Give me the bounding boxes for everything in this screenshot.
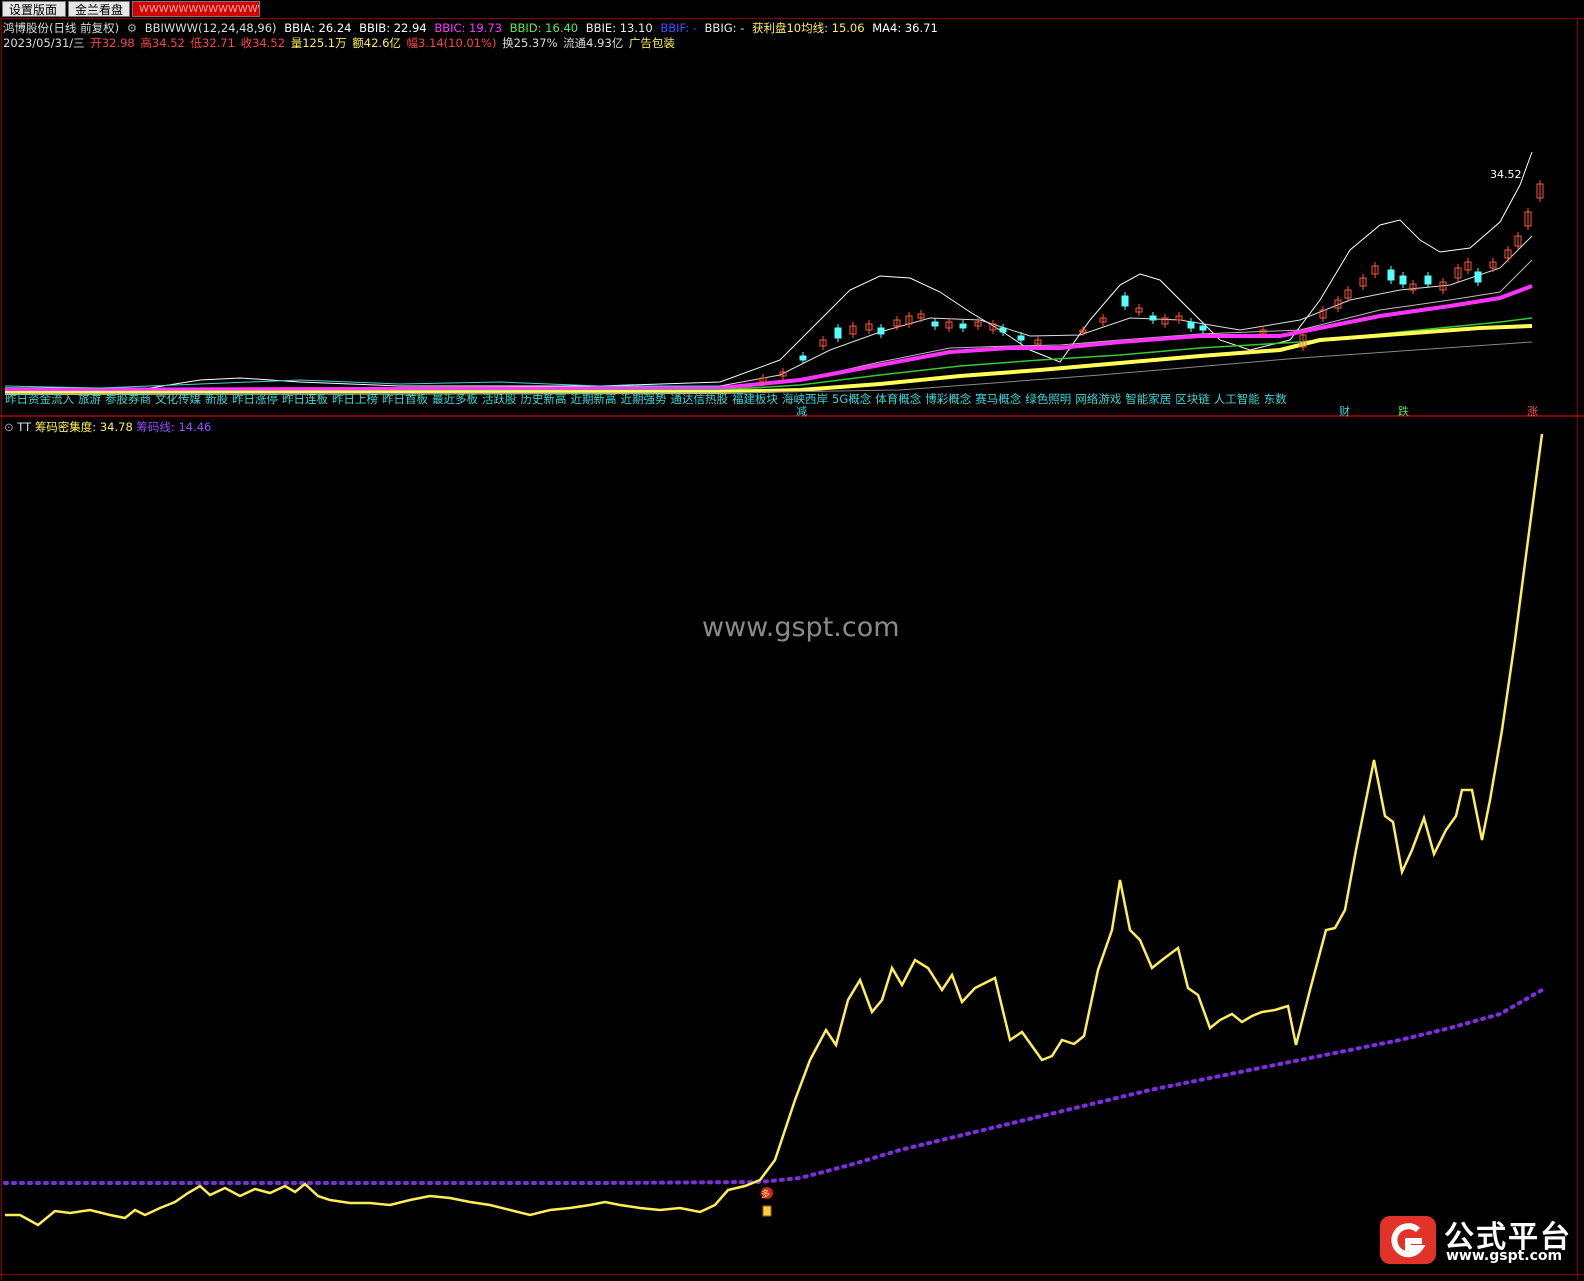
- candle-body: [1199, 325, 1207, 331]
- marker-rise: 涨: [1527, 405, 1538, 418]
- watermark: www.gspt.com: [702, 612, 900, 643]
- concept-tag[interactable]: 活跃股: [482, 392, 517, 406]
- concept-tag[interactable]: 昨日首板: [382, 392, 428, 406]
- brand-url: www.gspt.com: [1446, 1248, 1563, 1264]
- concept-tag[interactable]: 智能家居: [1125, 392, 1171, 406]
- concept-tag[interactable]: 区块链: [1175, 392, 1210, 406]
- indicator-panel[interactable]: [0, 419, 1584, 1274]
- concept-tag[interactable]: 网络游戏: [1075, 392, 1121, 406]
- marker-finance: 财: [1339, 405, 1350, 418]
- concept-tag[interactable]: 通达信热股: [671, 392, 729, 406]
- candle-body: [799, 355, 807, 361]
- concept-tag[interactable]: 近期强势: [621, 392, 667, 406]
- marker-reduce: 减: [796, 405, 807, 418]
- bbib-line: [4, 259, 1533, 392]
- concept-tag[interactable]: 福建板块: [732, 392, 778, 406]
- indicator-panel-header: ⊙ TT 筹码密集度: 34.78 筹码线: 14.46: [4, 419, 211, 435]
- candle-body: [1187, 321, 1195, 329]
- g-logo-icon: [1380, 1216, 1436, 1264]
- upper-band-line: [5, 151, 1533, 389]
- concept-tag[interactable]: 东数: [1264, 392, 1287, 406]
- concept-tag[interactable]: 赛马概念: [975, 392, 1021, 406]
- concept-tag[interactable]: 昨日资金流入: [5, 392, 74, 406]
- candle-body: [959, 323, 967, 329]
- candle-body: [1149, 315, 1157, 321]
- concept-tag[interactable]: 昨日涨停: [232, 392, 278, 406]
- candle-body: [1121, 295, 1129, 307]
- candle-body: [931, 321, 939, 327]
- candle-body: [1387, 269, 1395, 281]
- concept-tag[interactable]: 新股: [205, 392, 228, 406]
- marker-fall: 跌: [1398, 405, 1409, 418]
- candle-body: [1474, 271, 1482, 283]
- concept-tag[interactable]: 参股券商: [105, 392, 151, 406]
- concentration-value: 筹码密集度: 34.78: [34, 420, 133, 434]
- candle-body: [999, 327, 1007, 333]
- concept-tag[interactable]: 绿色照明: [1025, 392, 1071, 406]
- concept-tag[interactable]: 人工智能: [1214, 392, 1260, 406]
- indicator-panel-name: TT: [17, 420, 32, 434]
- candle-body: [1399, 275, 1407, 285]
- concept-tag[interactable]: 旅游: [78, 392, 101, 406]
- concept-tag[interactable]: 体育概念: [875, 392, 921, 406]
- concept-tag[interactable]: 最近多板: [432, 392, 478, 406]
- concept-tag[interactable]: 昨日连板: [282, 392, 328, 406]
- concept-tag[interactable]: 昨日上榜: [332, 392, 378, 406]
- concept-tag[interactable]: 历史新高: [521, 392, 567, 406]
- concept-tag[interactable]: 近期新高: [571, 392, 617, 406]
- collapse-icon[interactable]: ⊙: [4, 420, 14, 434]
- concept-tags: 昨日资金流入 旅游 参股券商 文化传媒 新股 昨日涨停 昨日连板 昨日上榜 昨日首板 最近多板 活跃…: [5, 391, 1291, 407]
- chip-line-value: 筹码线: 14.46: [136, 420, 212, 434]
- concept-tag[interactable]: 博彩概念: [925, 392, 971, 406]
- candle-body: [834, 327, 842, 339]
- concept-tag[interactable]: 5G概念: [832, 392, 871, 406]
- candle-body: [1017, 335, 1025, 341]
- bbia-line: [4, 235, 1533, 391]
- brand-logo: 公式平台 www.gspt.com: [1380, 1210, 1578, 1270]
- last-price-label: 34.52: [1490, 168, 1522, 181]
- concept-tag[interactable]: 文化传媒: [155, 392, 201, 406]
- candle-body: [877, 327, 885, 335]
- candle-body: [1424, 275, 1432, 285]
